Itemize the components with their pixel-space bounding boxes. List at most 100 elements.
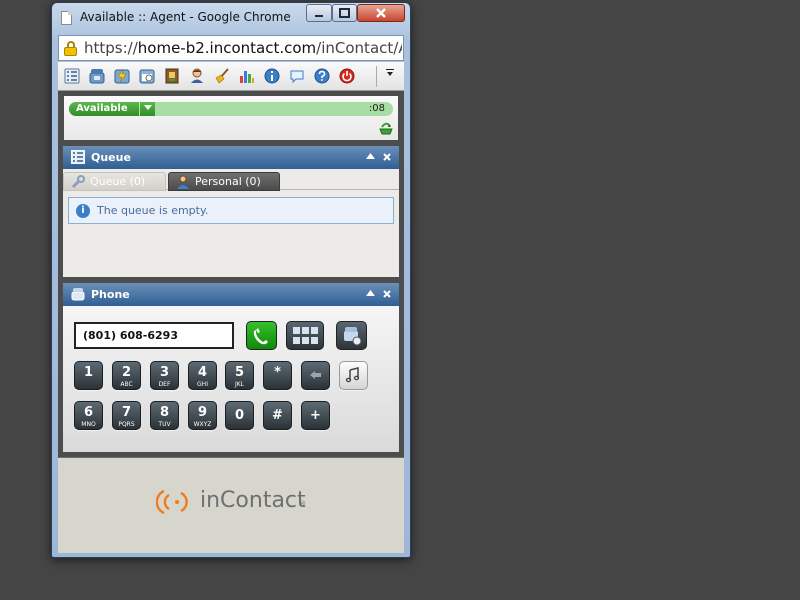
key-digit: 2 bbox=[121, 365, 132, 380]
page-icon bbox=[61, 11, 72, 25]
key-hash[interactable]: # bbox=[263, 401, 292, 430]
incontact-logo: inContact ® bbox=[155, 486, 316, 518]
maximize-button[interactable] bbox=[332, 4, 357, 22]
queue-panel-header: Queue bbox=[63, 146, 399, 169]
refresh-phone-icon[interactable] bbox=[378, 121, 394, 135]
key-7[interactable]: 7 PQRS bbox=[112, 401, 141, 430]
key-5[interactable]: 5 JKL bbox=[225, 361, 254, 390]
minimize-button[interactable] bbox=[306, 4, 332, 22]
key-digit: 0 bbox=[234, 408, 245, 423]
maximize-icon bbox=[339, 8, 350, 18]
key-1[interactable]: 1 bbox=[74, 361, 103, 390]
phone-panel-title: Phone bbox=[91, 288, 130, 301]
calendar-icon[interactable] bbox=[139, 68, 155, 84]
logo-registered-mark: ® bbox=[299, 500, 306, 508]
key-digit: 8 bbox=[159, 405, 170, 420]
minimize-icon bbox=[315, 15, 323, 17]
agent-icon[interactable] bbox=[189, 68, 205, 84]
chart-icon[interactable] bbox=[239, 68, 255, 84]
power-icon[interactable] bbox=[339, 68, 355, 84]
address-bar[interactable]: https://home-b2.incontact.com/inContact/… bbox=[58, 35, 404, 61]
key-digit: 6 bbox=[83, 405, 94, 420]
key-letters: MNO bbox=[81, 421, 96, 428]
key-2[interactable]: 2 ABC bbox=[112, 361, 141, 390]
key-letters: GHI bbox=[197, 381, 208, 388]
close-icon bbox=[383, 290, 391, 298]
key-letters: JKL bbox=[234, 381, 245, 388]
key-digit: 4 bbox=[197, 365, 208, 380]
footer: inContact ® bbox=[58, 457, 404, 553]
keypad-icon bbox=[293, 327, 318, 344]
key-6[interactable]: 6 MNO bbox=[74, 401, 103, 430]
queue-tabs: Queue (0) Personal (0) bbox=[63, 169, 399, 191]
status-label: Available bbox=[76, 103, 128, 114]
status-timer: :08 bbox=[368, 103, 385, 114]
tab-queue[interactable]: Queue (0) bbox=[63, 172, 166, 191]
collapse-button[interactable] bbox=[366, 283, 375, 306]
close-panel-button[interactable] bbox=[383, 283, 391, 306]
key-letters: WXYZ bbox=[193, 421, 212, 428]
toolbar-more-button[interactable] bbox=[382, 65, 398, 87]
toolbar-separator bbox=[376, 66, 377, 87]
music-note-icon bbox=[345, 367, 360, 383]
close-button[interactable] bbox=[357, 4, 405, 22]
call-button[interactable] bbox=[246, 321, 277, 350]
chevron-up-icon bbox=[366, 153, 375, 159]
key-8[interactable]: 8 TUV bbox=[150, 401, 179, 430]
key-letters: ABC bbox=[120, 381, 133, 388]
key-letters: PQRS bbox=[118, 421, 135, 428]
broom-icon[interactable] bbox=[214, 68, 230, 84]
close-panel-button[interactable] bbox=[383, 146, 391, 169]
phone-transfer-icon bbox=[344, 327, 362, 346]
agent-app: Available :08 Queue Queue (0) Personal (… bbox=[58, 62, 404, 553]
key-letters: DEF bbox=[158, 381, 171, 388]
chat-icon[interactable] bbox=[289, 68, 305, 84]
phone-icon[interactable] bbox=[89, 68, 105, 84]
url-text[interactable]: https://home-b2.incontact.com/inContact/… bbox=[84, 39, 402, 57]
key-digit: 3 bbox=[159, 365, 170, 380]
list-icon bbox=[71, 150, 85, 164]
collapse-button[interactable] bbox=[366, 146, 375, 169]
dialpad-button[interactable] bbox=[286, 321, 324, 350]
info-icon: i bbox=[76, 204, 90, 218]
url-host: home-b2.incontact.com bbox=[137, 39, 317, 57]
url-scheme: https:// bbox=[84, 39, 138, 57]
wrench-icon bbox=[71, 175, 85, 189]
key-digit: 5 bbox=[234, 365, 245, 380]
key-4[interactable]: 4 GHI bbox=[188, 361, 217, 390]
status-dropdown-button[interactable] bbox=[139, 102, 155, 116]
key-digit: * bbox=[274, 365, 281, 380]
incontact-logo-mark-icon bbox=[155, 489, 188, 515]
key-star[interactable]: * bbox=[263, 361, 292, 390]
agent-status-panel: Available :08 bbox=[64, 96, 398, 140]
info-icon[interactable] bbox=[264, 68, 280, 84]
key-digit: + bbox=[310, 408, 321, 423]
dial-number-field[interactable]: (801) 608-6293 bbox=[74, 322, 234, 349]
queue-panel-body: Queue (0) Personal (0) i The queue is em… bbox=[63, 169, 399, 277]
lock-warning-icon[interactable] bbox=[64, 41, 77, 56]
person-icon bbox=[177, 175, 189, 189]
handset-icon bbox=[253, 328, 268, 345]
phone-icon bbox=[71, 288, 85, 301]
transfer-button[interactable] bbox=[336, 321, 367, 350]
title-bar[interactable]: Available :: Agent - Google Chrome bbox=[52, 3, 410, 33]
list-icon[interactable] bbox=[64, 68, 80, 84]
close-icon bbox=[383, 153, 391, 161]
tab-personal[interactable]: Personal (0) bbox=[168, 172, 280, 191]
lightning-icon[interactable] bbox=[114, 68, 130, 84]
backspace-icon bbox=[310, 371, 321, 379]
address-book-icon[interactable] bbox=[164, 68, 180, 84]
backspace-button[interactable] bbox=[301, 361, 330, 390]
queue-empty-message: i The queue is empty. bbox=[68, 197, 394, 224]
key-3[interactable]: 3 DEF bbox=[150, 361, 179, 390]
phone-panel-header: Phone bbox=[63, 283, 399, 306]
status-selector[interactable]: Available bbox=[69, 102, 155, 116]
key-9[interactable]: 9 WXYZ bbox=[188, 401, 217, 430]
key-0[interactable]: 0 bbox=[225, 401, 254, 430]
music-on-hold-button[interactable] bbox=[339, 361, 368, 390]
help-icon[interactable] bbox=[314, 68, 330, 84]
key-plus[interactable]: + bbox=[301, 401, 330, 430]
url-path: /inContact/Ag bbox=[316, 39, 402, 57]
key-digit: # bbox=[272, 408, 283, 423]
chevron-down-icon bbox=[143, 105, 152, 110]
